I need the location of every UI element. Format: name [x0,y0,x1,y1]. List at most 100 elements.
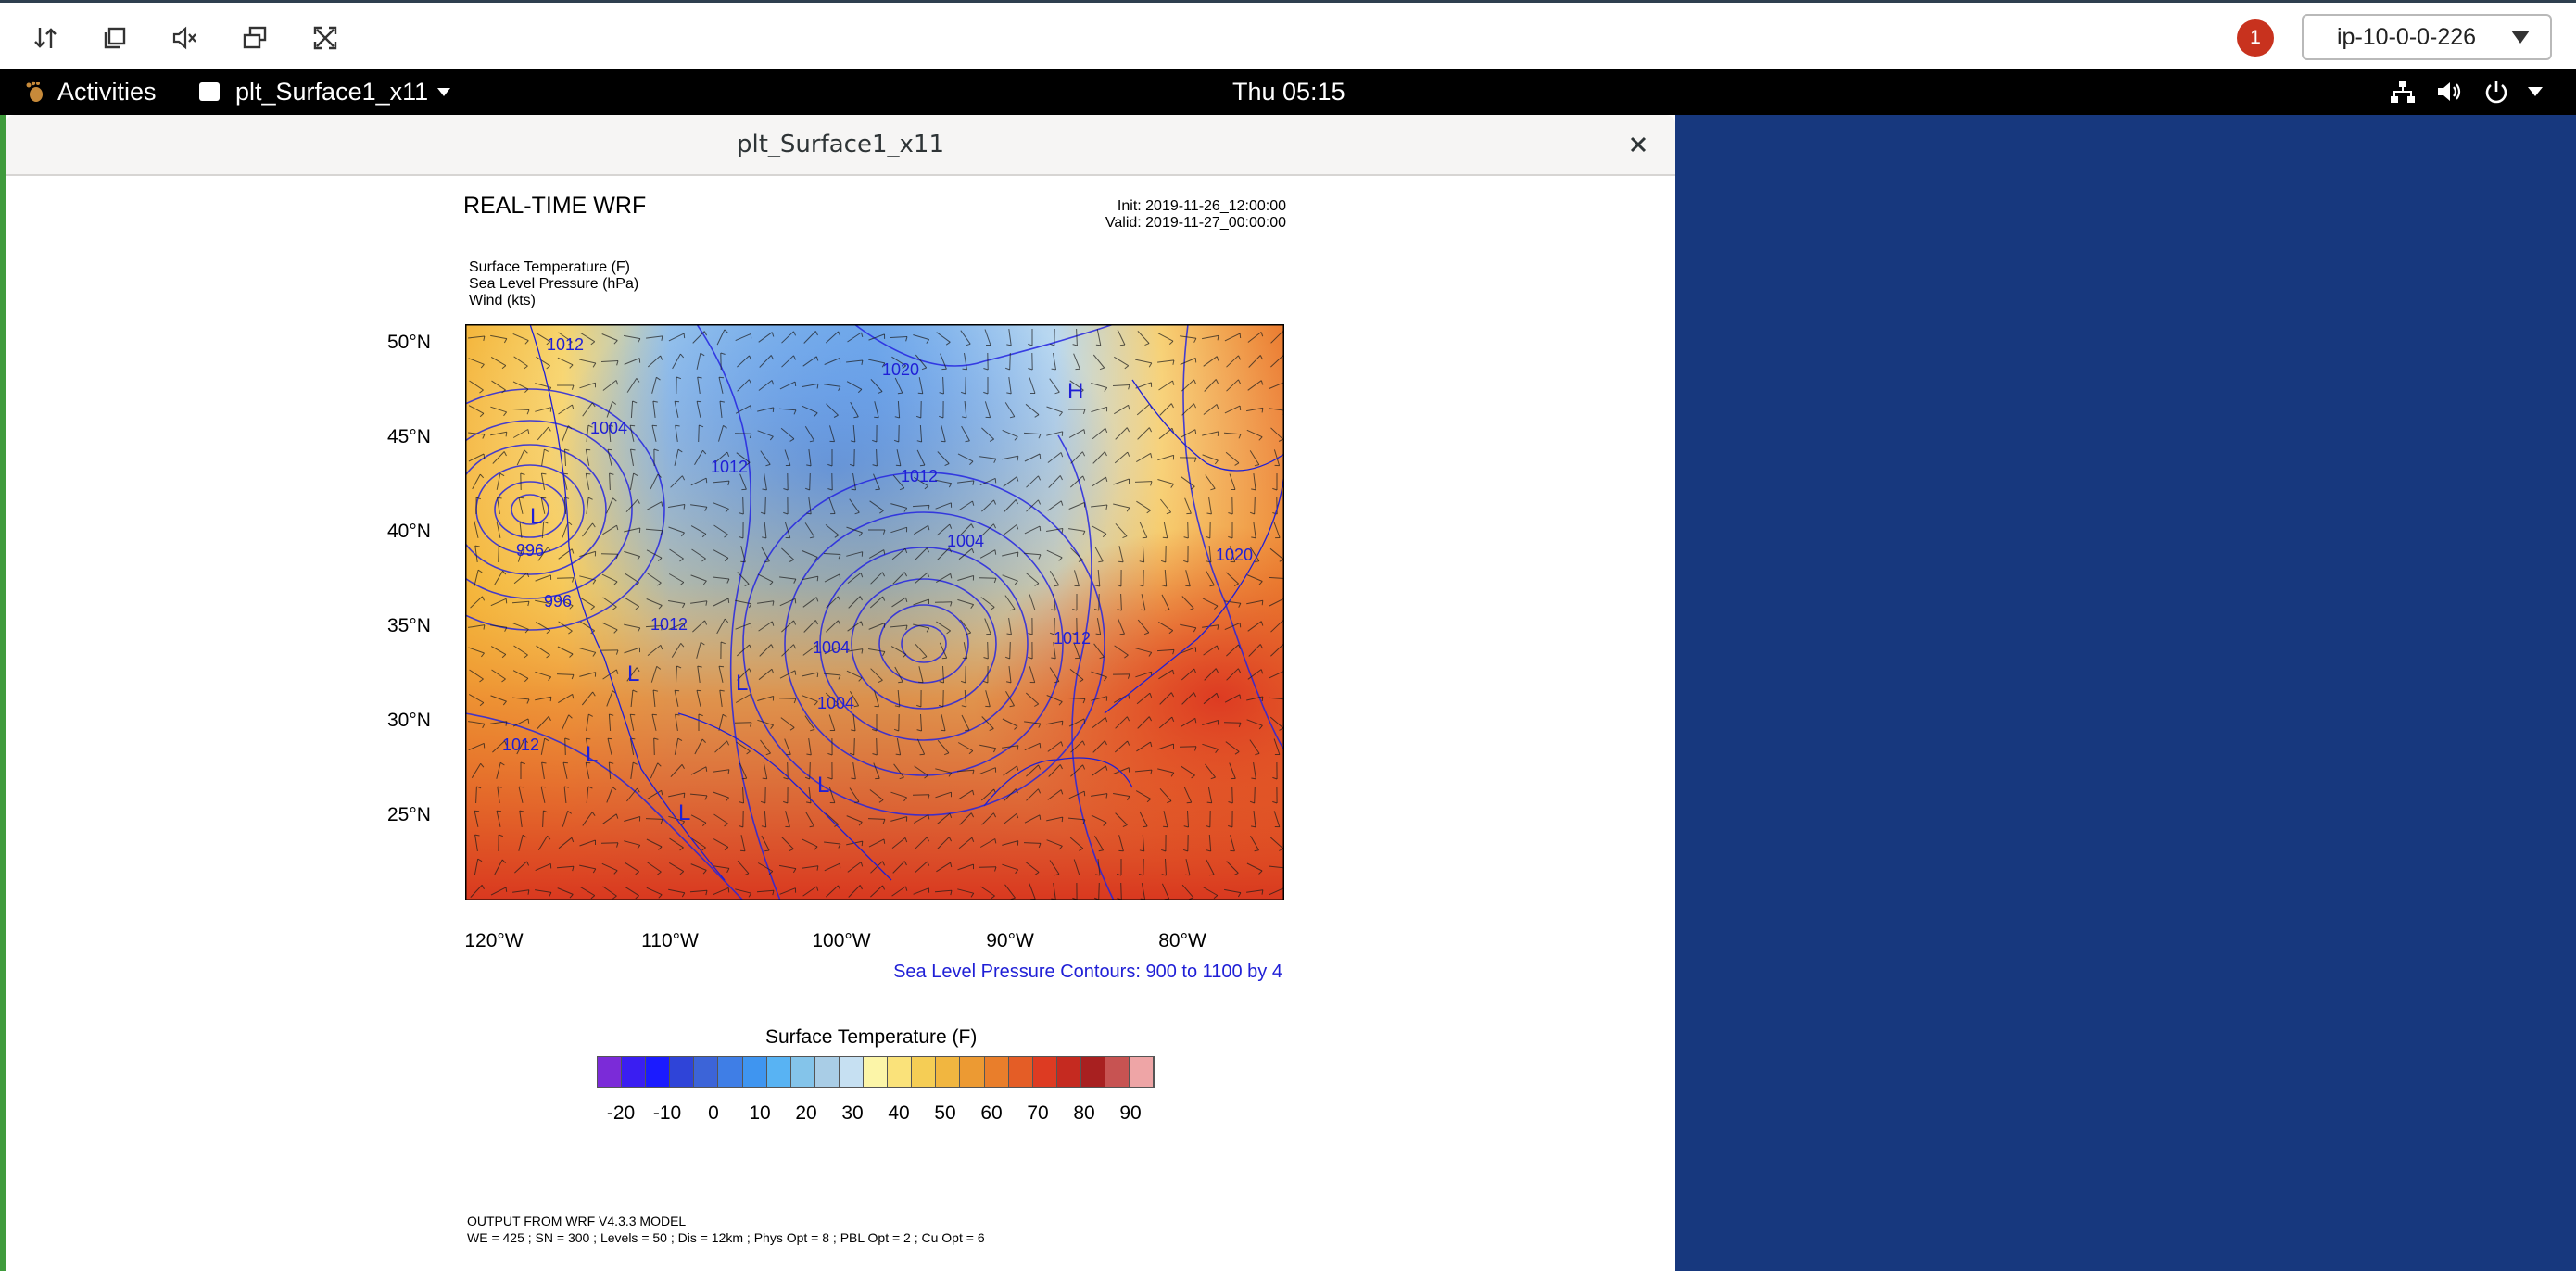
notification-badge[interactable]: 1 [2237,19,2274,57]
colorbar-label: 40 [888,1102,910,1124]
wind-barb-flag [941,657,947,660]
wind-barb-flag [1039,743,1042,749]
wind-barb [809,472,811,491]
contour-label: 996 [544,592,572,610]
colorbar [597,1056,1155,1088]
wind-barb [698,424,700,443]
colorbar-swatch [839,1057,865,1087]
chevron-down-icon [2511,31,2530,44]
app-menu[interactable]: plt_Surface1_x11 [198,69,451,115]
windows-icon[interactable] [234,18,275,58]
host-select[interactable]: ip-10-0-0-226 [2302,14,2552,60]
wind-barb-flag [919,464,925,467]
wind-barb-flag [474,810,480,812]
colorbar-label: 30 [841,1102,864,1124]
wind-barb-flag [1083,791,1086,797]
colorbar-swatch [984,1057,1009,1087]
footer-model: OUTPUT FROM WRF V4.3.3 MODEL [467,1214,687,1228]
wind-barb-flag [505,887,508,892]
close-icon[interactable] [1622,128,1655,161]
contour-label: 1004 [590,419,627,437]
wind-barb-flag [562,472,568,475]
wind-barb-flag [1239,406,1242,411]
colorbar-swatch [646,1057,671,1087]
wind-barb-flag [562,761,568,764]
network-icon[interactable] [2389,69,2417,115]
wind-barb-flag [898,681,903,684]
contour-label: L [817,773,829,798]
colorbar-swatch [766,1057,791,1087]
contour-label: 1012 [901,467,938,485]
wind-barb [764,497,766,515]
footer-config: WE = 425 ; SN = 300 ; Levels = 50 ; Dis … [467,1230,985,1245]
wind-barb-flag [794,670,797,675]
colorbar-swatch [1032,1057,1057,1087]
wind-barb-flag [794,598,797,604]
colorbar-label: -10 [652,1102,682,1124]
power-icon[interactable] [2483,69,2509,115]
wind-barb-flag [527,718,530,724]
wind-barb-flag [607,737,612,740]
wind-barb-flag [638,527,641,534]
colorbar-swatch [694,1057,719,1087]
colorbar-label: 60 [980,1102,1003,1124]
colorbar-swatch [622,1057,647,1087]
gnome-foot-icon [26,81,43,102]
wind-barb-flag [1186,801,1192,804]
wind-barb [1098,882,1100,900]
viewer-toolbar: 1 ip-10-0-0-226 [0,0,2576,69]
wind-barb-flag [965,729,970,732]
wind-barb-flag [1061,817,1064,823]
clock[interactable]: Thu 05:15 [1232,69,1345,115]
colorbar-label: 20 [795,1102,817,1124]
wind-barb-flag [683,793,686,799]
system-menu-chevron-icon[interactable] [2528,69,2543,115]
contour-label: 1012 [1054,629,1091,648]
copy-icon[interactable] [95,18,135,58]
colorbar-swatch [1080,1057,1105,1087]
colorbar-label: -20 [606,1102,636,1124]
wind-barb-flag [505,598,508,604]
window-title: plt_Surface1_x11 [737,131,944,158]
chevron-down-icon [437,87,451,96]
wind-barb-flag [994,478,997,484]
activities-button[interactable]: Activities [22,69,157,115]
wind-barb-flag [696,689,702,692]
wind-barb [1231,786,1233,804]
lat-label: 40°N [387,521,431,542]
wind-barb-flag [718,376,725,379]
field-label-pressure: Sea Level Pressure (hPa) [469,276,639,292]
lat-label: 45°N [387,426,431,447]
contour-label: L [586,742,598,767]
colorbar-swatch [790,1057,815,1087]
mute-icon[interactable] [164,18,205,58]
wind-barb-flag [496,810,502,812]
wind-barb-flag [762,777,767,780]
colorbar-swatch [718,1057,743,1087]
wind-barb-flag [1261,696,1264,702]
plot-title: REAL-TIME WRF [463,193,647,219]
colorbar-label: 70 [1027,1102,1049,1124]
wind-barb-flag [727,887,730,893]
wind-barb-flag [651,713,657,716]
wind-barb-flag [1239,333,1242,339]
window-titlebar[interactable]: plt_Surface1_x11 [6,115,1675,176]
wind-barb [1254,786,1256,804]
contour-label: 996 [516,541,544,560]
wind-barb-flag [549,697,552,702]
field-label-temperature: Surface Temperature (F) [469,259,630,275]
wind-barb-flag [1039,814,1042,820]
sort-arrows-icon[interactable] [25,18,66,58]
wind-barb-flag [816,576,819,582]
wind-barb [1254,497,1256,515]
wind-barb-flag [794,382,797,387]
contour-label: 1012 [711,458,748,476]
volume-icon[interactable] [2435,69,2465,115]
lon-label: 100°W [812,930,871,951]
contour-label: H [1067,379,1083,404]
contour-label: L [736,671,748,696]
wind-barb [1009,352,1011,371]
colorbar-title: Surface Temperature (F) [765,1026,978,1048]
wind-barb-flag [917,392,923,395]
fullscreen-icon[interactable] [305,18,346,58]
